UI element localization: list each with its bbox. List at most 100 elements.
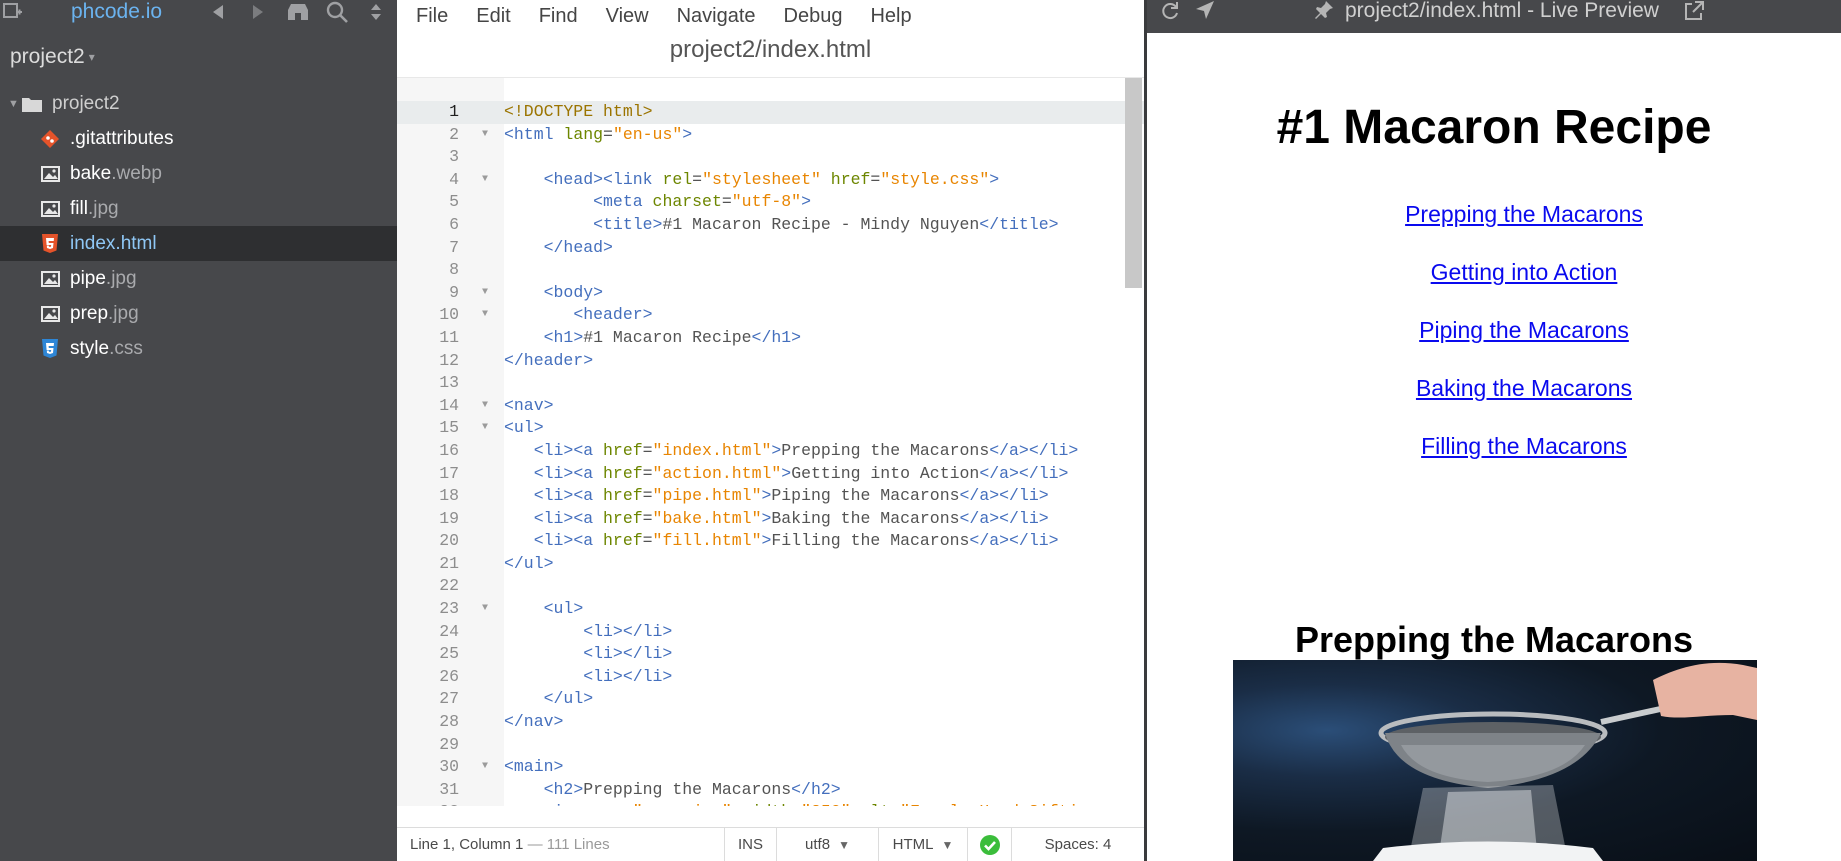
project-dropdown[interactable]: project2 ▾ (10, 45, 95, 69)
code-token: </a></li> (989, 440, 1079, 460)
file-tree-item[interactable]: fill .jpg (0, 191, 397, 226)
code-text: <li><a href="pipe.html">Piping the Macar… (504, 485, 1049, 508)
code-token: "action.html" (652, 463, 782, 483)
code-token: "prep.jpg" (633, 802, 732, 806)
file-tree-item[interactable]: bake .webp (0, 156, 397, 191)
extensions-icon[interactable] (285, 0, 311, 24)
inspect-pointer-icon[interactable] (1195, 0, 1215, 25)
code-lines: 1 <!DOCTYPE html> 2 ▼ <html lang="en-us"> 3 4 ▼… (397, 101, 1144, 806)
code-line[interactable]: 7 </head> (397, 237, 1144, 260)
code-area[interactable]: 1 <!DOCTYPE html> 2 ▼ <html lang="en-us"> 3 4 ▼… (397, 77, 1144, 806)
menu-debug[interactable]: Debug (784, 5, 843, 28)
code-line[interactable]: 29 (397, 734, 1144, 757)
preview-nav-link[interactable]: Baking the Macarons (1177, 375, 1841, 402)
code-line[interactable]: 30 ▼ <main> (397, 756, 1144, 779)
tree-root-folder[interactable]: ▼ project2 (0, 86, 397, 121)
code-line[interactable]: 25 <li></li> (397, 643, 1144, 666)
search-icon[interactable] (324, 0, 350, 24)
code-token: = (642, 508, 653, 528)
code-text: <title>#1 Macaron Recipe - Mindy Nguyen<… (504, 214, 1058, 237)
code-line[interactable]: 18 <li><a href="pipe.html">Piping the Ma… (397, 485, 1144, 508)
code-token: <head><link (543, 169, 663, 189)
fold-toggle-icon[interactable]: ▼ (482, 169, 488, 192)
file-tree-item[interactable]: style .css (0, 331, 397, 366)
back-icon[interactable] (207, 0, 229, 24)
code-line[interactable]: 21 </ul> (397, 553, 1144, 576)
brand-link[interactable]: phcode.io (71, 0, 162, 24)
code-line[interactable]: 28 </nav> (397, 711, 1144, 734)
file-tree-item[interactable]: index .html (0, 226, 397, 261)
menu-view[interactable]: View (606, 5, 649, 28)
code-token: <li><a (533, 531, 604, 551)
code-line[interactable]: 32 <img src="prep.jpg" width="350" alt="… (397, 801, 1144, 806)
code-line[interactable]: 5 <meta charset="utf-8"> (397, 191, 1144, 214)
code-line[interactable]: 31 <h2>Prepping the Macarons</h2> (397, 779, 1144, 802)
code-line[interactable]: 10 ▼ <header> (397, 304, 1144, 327)
code-line[interactable]: 23 ▼ <ul> (397, 598, 1144, 621)
preview-nav-link[interactable]: Piping the Macarons (1177, 317, 1841, 344)
code-line[interactable]: 13 (397, 372, 1144, 395)
new-window-icon[interactable] (0, 0, 24, 24)
fold-toggle-icon[interactable]: ▼ (482, 395, 488, 418)
insert-mode-toggle[interactable]: INS (724, 827, 776, 861)
fold-toggle-icon[interactable]: ▼ (482, 304, 488, 327)
fold-toggle-icon[interactable]: ▼ (482, 417, 488, 440)
vertical-scrollbar[interactable] (1125, 78, 1142, 288)
code-line[interactable]: 8 (397, 259, 1144, 282)
pin-icon[interactable] (1314, 0, 1334, 25)
fold-toggle-icon[interactable]: ▼ (482, 124, 488, 147)
code-token: rel (662, 169, 693, 189)
code-line[interactable]: 14 ▼ <nav> (397, 395, 1144, 418)
encoding-dropdown[interactable]: utf8 ▼ (776, 827, 878, 861)
code-line[interactable]: 26 <li></li> (397, 666, 1144, 689)
code-line[interactable]: 24 <li></li> (397, 621, 1144, 644)
code-line[interactable]: 27 </ul> (397, 688, 1144, 711)
code-line[interactable]: 11 <h1>#1 Macaron Recipe</h1> (397, 327, 1144, 350)
sidebar-toolbar: phcode.io (0, 0, 397, 33)
code-line[interactable]: 4 ▼ <head><link rel="stylesheet" href="st… (397, 169, 1144, 192)
menu-find[interactable]: Find (539, 5, 578, 28)
live-preview-pane: project2/index.html - Live Preview #1 Ma… (1147, 0, 1841, 861)
code-line[interactable]: 17 <li><a href="action.html">Getting int… (397, 463, 1144, 486)
code-line[interactable]: 2 ▼ <html lang="en-us"> (397, 124, 1144, 147)
fold-toggle-icon[interactable]: ▼ (482, 282, 488, 305)
line-number: 10 (439, 305, 459, 325)
fold-toggle-icon[interactable]: ▼ (482, 756, 488, 779)
menu-bar: File Edit Find View Navigate Debug Help (397, 0, 1144, 32)
split-view-icon[interactable] (366, 0, 386, 24)
reload-icon[interactable] (1160, 0, 1180, 27)
file-tree-item[interactable]: prep .jpg (0, 296, 397, 331)
language-dropdown[interactable]: HTML ▼ (878, 827, 967, 861)
indent-setting[interactable]: Spaces: 4 (1011, 827, 1144, 861)
code-line[interactable]: 20 <li><a href="fill.html">Filling the M… (397, 530, 1144, 553)
fold-toggle-icon[interactable]: ▼ (482, 598, 488, 621)
code-line[interactable]: 9 ▼ <body> (397, 282, 1144, 305)
preview-nav-link[interactable]: Filling the Macarons (1177, 433, 1841, 460)
code-line[interactable]: 3 (397, 146, 1144, 169)
lint-status[interactable] (967, 827, 1011, 861)
menu-navigate[interactable]: Navigate (677, 5, 756, 28)
preview-heading: #1 Macaron Recipe (1276, 101, 1712, 154)
preview-nav-link[interactable]: Getting into Action (1177, 259, 1841, 286)
menu-edit[interactable]: Edit (476, 5, 510, 28)
file-tree-item[interactable]: pipe .jpg (0, 261, 397, 296)
code-token: <header> (573, 305, 653, 325)
code-line[interactable]: 22 (397, 575, 1144, 598)
code-token: = (623, 802, 633, 806)
line-number: 28 (439, 712, 459, 732)
code-line[interactable]: 12 </header> (397, 350, 1144, 373)
code-line[interactable]: 15 ▼ <ul> (397, 417, 1144, 440)
code-line[interactable]: 16 <li><a href="index.html">Prepping the… (397, 440, 1144, 463)
code-line[interactable]: 1 <!DOCTYPE html> (397, 101, 1144, 124)
menu-file[interactable]: File (416, 5, 448, 28)
menu-help[interactable]: Help (870, 5, 911, 28)
file-tree-item[interactable]: .gitattributes (0, 121, 397, 156)
code-token: = (890, 802, 900, 806)
code-line[interactable]: 6 <title>#1 Macaron Recipe - Mindy Nguye… (397, 214, 1144, 237)
forward-icon[interactable] (247, 0, 269, 24)
code-line[interactable]: 19 <li><a href="bake.html">Baking the Ma… (397, 508, 1144, 531)
code-text: <h2>Prepping the Macarons</h2> (504, 779, 841, 802)
preview-nav-link[interactable]: Prepping the Macarons (1177, 201, 1841, 228)
external-link-icon[interactable] (1683, 0, 1705, 27)
